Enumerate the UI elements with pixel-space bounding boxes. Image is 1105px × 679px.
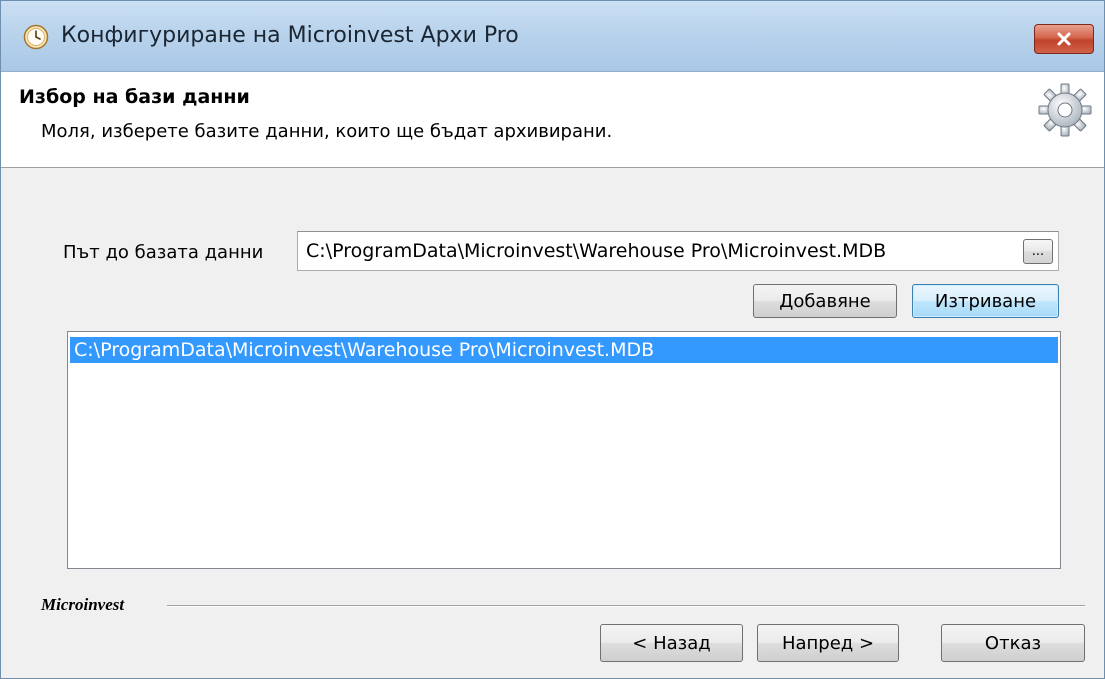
- gear-icon: [1038, 83, 1092, 137]
- close-button[interactable]: [1034, 24, 1094, 54]
- close-icon: [1057, 32, 1071, 46]
- browse-button[interactable]: ...: [1023, 239, 1053, 264]
- add-button[interactable]: Добавяне: [753, 284, 897, 318]
- list-item[interactable]: C:\ProgramData\Microinvest\Warehouse Pro…: [70, 337, 1058, 363]
- title-bar[interactable]: Конфигуриране на Microinvest Архи Pro: [1, 1, 1104, 72]
- database-path-label: Път до базата данни: [63, 242, 264, 263]
- window-title: Конфигуриране на Microinvest Архи Pro: [61, 23, 519, 48]
- page-subtitle: Моля, изберете базите данни, които ще бъ…: [41, 121, 613, 142]
- footer-divider: [167, 605, 1085, 607]
- brand-logo: Microinvest: [41, 595, 125, 614]
- wizard-header: Избор на бази данни Моля, изберете базит…: [1, 72, 1104, 168]
- wizard-window: Конфигуриране на Microinvest Архи Pro Из…: [0, 0, 1105, 679]
- database-path-input[interactable]: [297, 231, 1059, 271]
- clock-icon: [23, 24, 49, 50]
- back-button[interactable]: < Назад: [600, 624, 743, 662]
- cancel-button[interactable]: Отказ: [941, 624, 1085, 662]
- database-list[interactable]: C:\ProgramData\Microinvest\Warehouse Pro…: [67, 331, 1061, 569]
- next-button[interactable]: Напред >: [757, 624, 899, 662]
- page-title: Избор на бази данни: [19, 86, 250, 108]
- delete-button[interactable]: Изтриване: [912, 284, 1059, 318]
